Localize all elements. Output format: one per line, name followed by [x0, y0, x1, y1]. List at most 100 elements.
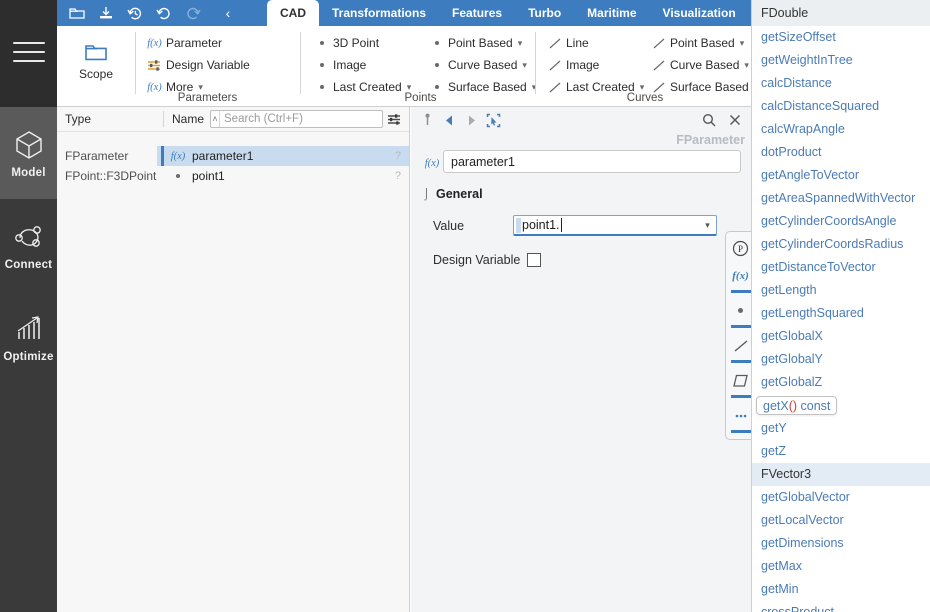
- search-options-icon[interactable]: ˄: [211, 111, 220, 127]
- autocomplete-item[interactable]: getY: [752, 417, 930, 440]
- value-combobox[interactable]: point1. ▾: [513, 215, 717, 236]
- autocomplete-item[interactable]: getX() const: [752, 394, 930, 417]
- column-header-type: Type: [65, 112, 92, 126]
- ribbon-item-point-based-point[interactable]: Point Based ▾: [427, 33, 536, 53]
- autocomplete-header: FDouble: [752, 0, 930, 26]
- help-icon[interactable]: ?: [395, 170, 401, 182]
- help-icon[interactable]: ?: [395, 150, 401, 162]
- chevron-down-icon[interactable]: ▾: [198, 82, 203, 93]
- chevron-down-icon[interactable]: ▾: [518, 38, 523, 49]
- chevron-down-icon[interactable]: ▾: [740, 38, 745, 49]
- filter-icon[interactable]: [383, 113, 405, 126]
- line-icon: [649, 60, 668, 71]
- open-icon[interactable]: [64, 1, 90, 25]
- point-icon: [427, 85, 446, 89]
- chevron-down-icon[interactable]: ▾: [407, 82, 412, 93]
- line-icon: [545, 82, 564, 93]
- rail-top: [0, 0, 57, 107]
- ribbon-item-image-point[interactable]: Image: [312, 55, 411, 75]
- autocomplete-item[interactable]: getGlobalZ: [752, 371, 930, 394]
- autocomplete-item[interactable]: getLocalVector: [752, 509, 930, 532]
- active-indicator-bar: [730, 395, 751, 398]
- tab-cad[interactable]: CAD: [267, 0, 319, 26]
- tree-row-type: FParameter: [65, 149, 129, 163]
- autocomplete-item[interactable]: getGlobalX: [752, 325, 930, 348]
- sidebar-item-label: Connect: [4, 258, 53, 271]
- section-title: General: [436, 187, 483, 201]
- autocomplete-item[interactable]: getMin: [752, 578, 930, 601]
- ribbon-item-parameter[interactable]: f(x) Parameter: [145, 33, 270, 53]
- autocomplete-item[interactable]: getLength: [752, 279, 930, 302]
- table-row[interactable]: FPoint::F3DPoint point1 ?: [57, 166, 409, 186]
- redo-icon[interactable]: [180, 1, 206, 25]
- graph-nodes-icon: [14, 225, 41, 247]
- ribbon-item-image-curve[interactable]: Image: [545, 55, 644, 75]
- nav-back-icon[interactable]: [439, 110, 459, 130]
- ribbon-separator: [300, 32, 301, 94]
- ribbon-tabs: CAD Transformations Features Turbo Marit…: [267, 0, 749, 26]
- sidebar-item-connect[interactable]: Connect: [0, 199, 57, 291]
- tab-features[interactable]: Features: [439, 0, 515, 26]
- ribbon-item-label: Design Variable: [166, 58, 250, 72]
- ribbon-item-curve-based-point[interactable]: Curve Based ▾: [427, 55, 536, 75]
- autocomplete-item[interactable]: getWeightInTree: [752, 49, 930, 72]
- autocomplete-item[interactable]: getSizeOffset: [752, 26, 930, 49]
- table-row[interactable]: FParameter f(x) parameter1 ?: [57, 146, 409, 166]
- ribbon-item-3d-point[interactable]: 3D Point: [312, 33, 411, 53]
- object-name-input[interactable]: [443, 150, 741, 173]
- autocomplete-item[interactable]: calcDistanceSquared: [752, 95, 930, 118]
- autocomplete-item[interactable]: getZ: [752, 440, 930, 463]
- collapse-arrow-icon[interactable]: ⌡: [423, 188, 436, 200]
- search-input[interactable]: [220, 111, 382, 127]
- autocomplete-item[interactable]: getMax: [752, 555, 930, 578]
- autocomplete-item[interactable]: getCylinderCoordsAngle: [752, 210, 930, 233]
- save-icon[interactable]: [93, 1, 119, 25]
- autocomplete-item[interactable]: crossProduct: [752, 601, 930, 612]
- tree-rows: FParameter f(x) parameter1 ? FPoint::F3D…: [57, 146, 409, 186]
- section-header-general[interactable]: ⌡ General: [423, 187, 751, 201]
- autocomplete-item[interactable]: getDistanceToVector: [752, 256, 930, 279]
- history-icon[interactable]: [122, 1, 148, 25]
- ribbon-item-label: Image: [566, 58, 600, 72]
- design-variable-checkbox[interactable]: [527, 253, 541, 267]
- hamburger-icon[interactable]: [13, 42, 45, 64]
- autocomplete-item[interactable]: getDimensions: [752, 532, 930, 555]
- autocomplete-item[interactable]: getAreaSpannedWithVector: [752, 187, 930, 210]
- ribbon-item-design-variable[interactable]: Design Variable: [145, 55, 270, 75]
- search-box[interactable]: ˄: [210, 110, 383, 128]
- autocomplete-popup[interactable]: FDouble getSizeOffset getWeightInTree calc…: [751, 0, 930, 612]
- collapse-ribbon-button[interactable]: ‹: [215, 1, 241, 25]
- tab-maritime[interactable]: Maritime: [574, 0, 649, 26]
- autocomplete-item[interactable]: getAngleToVector: [752, 164, 930, 187]
- ribbon-item-point-based-curve[interactable]: Point Based ▾: [649, 33, 758, 53]
- chevron-down-icon[interactable]: ▾: [699, 216, 716, 235]
- tree-header: Type Name ˄: [57, 107, 409, 132]
- autocomplete-type-item[interactable]: FVector3: [752, 463, 930, 486]
- select-target-icon[interactable]: [483, 110, 503, 130]
- autocomplete-item[interactable]: calcDistance: [752, 72, 930, 95]
- sidebar-item-optimize[interactable]: Optimize: [0, 291, 57, 383]
- close-icon[interactable]: [725, 110, 745, 130]
- scope-button[interactable]: Scope: [65, 30, 127, 92]
- autocomplete-item[interactable]: getGlobalY: [752, 348, 930, 371]
- nav-forward-icon[interactable]: [461, 110, 481, 130]
- ribbon-separator: [135, 32, 136, 94]
- autocomplete-item[interactable]: dotProduct: [752, 141, 930, 164]
- undo-icon[interactable]: [151, 1, 177, 25]
- chevron-down-icon[interactable]: ▾: [522, 60, 527, 71]
- point-icon: [164, 174, 192, 178]
- chevron-down-icon[interactable]: ▾: [640, 82, 645, 93]
- tab-visualization[interactable]: Visualization: [650, 0, 749, 26]
- pin-icon[interactable]: [417, 110, 437, 130]
- ribbon-item-curve-based-curve[interactable]: Curve Based ▾: [649, 55, 758, 75]
- sidebar-item-model[interactable]: Model: [0, 107, 57, 199]
- tab-turbo[interactable]: Turbo: [515, 0, 574, 26]
- autocomplete-item[interactable]: calcWrapAngle: [752, 118, 930, 141]
- ribbon-item-line[interactable]: Line: [545, 33, 644, 53]
- autocomplete-item[interactable]: getCylinderCoordsRadius: [752, 233, 930, 256]
- chevron-down-icon[interactable]: ▾: [744, 60, 749, 71]
- autocomplete-item[interactable]: getLengthSquared: [752, 302, 930, 325]
- autocomplete-item[interactable]: getGlobalVector: [752, 486, 930, 509]
- search-icon[interactable]: [699, 110, 719, 130]
- tab-transformations[interactable]: Transformations: [319, 0, 439, 26]
